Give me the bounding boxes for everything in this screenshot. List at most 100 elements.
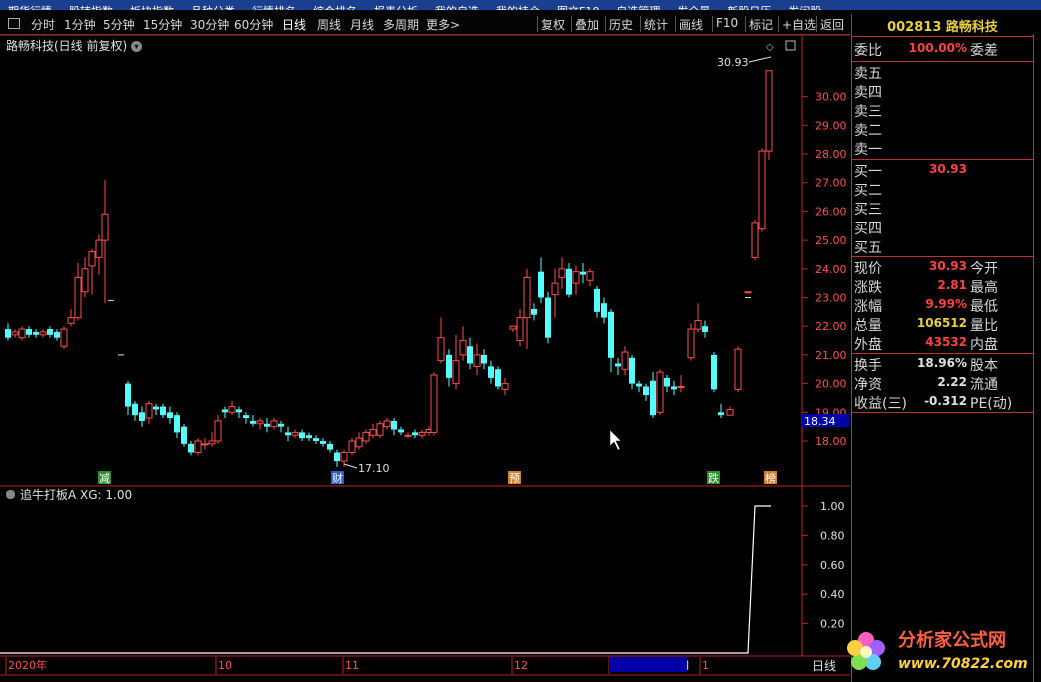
candle <box>711 352 717 393</box>
date-label: 10 <box>218 659 232 672</box>
price-tick-label: 25.00 <box>815 234 847 247</box>
event-marker[interactable]: 预 <box>509 472 520 485</box>
candle <box>643 383 649 401</box>
candle <box>594 286 600 318</box>
candle <box>531 303 537 321</box>
candle <box>270 418 278 430</box>
sell-row-label: 卖一 <box>854 142 882 158</box>
sell-row: 卖三 <box>852 101 1033 120</box>
candle <box>418 429 426 439</box>
sell-row: 卖五 <box>852 63 1033 82</box>
candle <box>60 326 68 350</box>
candle <box>291 429 299 439</box>
candle <box>452 334 460 390</box>
stat-row-value: 106512 <box>916 316 967 330</box>
candle <box>751 220 759 261</box>
stat-row-label: 涨跌 <box>854 280 882 296</box>
stat-row-label2: 内盘 <box>970 337 998 353</box>
buy-row: 买五 <box>852 237 1033 256</box>
candle <box>327 441 333 453</box>
candle <box>81 257 89 298</box>
candle <box>320 438 326 447</box>
candle <box>650 372 656 419</box>
buy-row-value: 30.93 <box>929 162 967 176</box>
sell-row: 卖二 <box>852 120 1033 139</box>
candle <box>264 418 270 433</box>
candle <box>702 320 708 338</box>
stat2-row: 净资 2.22 流通 <box>852 374 1033 393</box>
candle <box>26 326 32 338</box>
date-label: 1 <box>702 659 709 672</box>
stat2-row-label2: 流通 <box>970 377 998 393</box>
candle <box>621 346 629 375</box>
date-label: 12 <box>514 659 528 672</box>
candle <box>636 380 642 393</box>
candle <box>47 326 53 338</box>
quote-panel: 002813 路畅科技 委比 100.00% 委差 卖五 卖四 卖三 卖二 卖一 买一 3… <box>851 14 1041 682</box>
price-tick-label: 28.00 <box>815 148 847 161</box>
buy-row: 买三 <box>852 199 1033 218</box>
candle <box>430 372 438 436</box>
price-tick-label: 18.00 <box>815 435 847 448</box>
candle <box>256 418 264 430</box>
price-tick-label: 20.00 <box>815 378 847 391</box>
indicator-line <box>0 505 771 654</box>
candle <box>355 432 363 450</box>
candle <box>718 403 724 419</box>
candle <box>488 360 494 384</box>
candle <box>734 346 742 393</box>
candle <box>404 432 412 439</box>
candle <box>601 297 607 324</box>
cursor-price-label: 18.34 <box>804 415 836 428</box>
indicator-tick-label: 1.00 <box>820 500 845 513</box>
candle <box>167 406 173 424</box>
stat2-row-label: 净资 <box>854 377 882 393</box>
stat2-row-value: 2.22 <box>937 375 967 389</box>
candle <box>376 420 384 439</box>
candle <box>398 426 404 436</box>
candle <box>765 70 773 160</box>
indicator-chevron-icon[interactable] <box>6 490 15 499</box>
event-marker[interactable]: 减 <box>99 472 110 485</box>
candle <box>744 291 752 294</box>
candle <box>369 423 377 439</box>
stat-row: 涨幅 9.99% 最低 <box>852 296 1033 315</box>
candle <box>459 326 467 361</box>
period-button[interactable]: 日线 <box>812 659 836 673</box>
sell-row-label: 卖四 <box>854 85 882 101</box>
candle <box>538 257 544 304</box>
candle <box>5 323 11 341</box>
candle <box>278 420 284 433</box>
event-marker[interactable]: 跌 <box>708 471 719 485</box>
candle <box>664 374 670 393</box>
candle <box>145 400 153 424</box>
stat-row-value: 43532 <box>925 335 967 349</box>
buy-row: 买一 30.93 <box>852 161 1033 180</box>
buy-row-label: 买四 <box>854 221 882 237</box>
candle <box>726 406 734 416</box>
low-price-label: 17.10 <box>358 462 390 475</box>
price-tick-label: 29.00 <box>815 119 847 132</box>
candle <box>615 357 621 375</box>
candle <box>629 354 635 390</box>
low-arrow <box>343 463 358 469</box>
sell-row-label: 卖五 <box>854 66 882 82</box>
stat2-row-value: 18.96% <box>917 356 967 370</box>
stat-row-label: 外盘 <box>854 337 882 353</box>
stat2-row-label2: 股本 <box>970 358 998 374</box>
candle <box>243 412 249 424</box>
candle <box>228 400 236 416</box>
kline-chart[interactable]: 30.00 29.00 28.00 27.00 26.00 25.00 24.00 23.00… <box>0 0 851 682</box>
candle <box>481 349 487 370</box>
diamond-icon[interactable]: ◇ <box>766 42 774 53</box>
candle <box>33 329 39 338</box>
candle <box>391 418 397 436</box>
event-marker[interactable]: 财 <box>332 471 343 485</box>
candle <box>306 432 312 441</box>
stat-row: 总量 106512 量比 <box>852 315 1033 334</box>
event-marker[interactable]: 榜 <box>765 471 776 485</box>
buy-row-label: 买五 <box>854 240 882 256</box>
window-icon[interactable] <box>785 40 796 51</box>
candle <box>214 415 222 444</box>
candle <box>132 400 138 421</box>
